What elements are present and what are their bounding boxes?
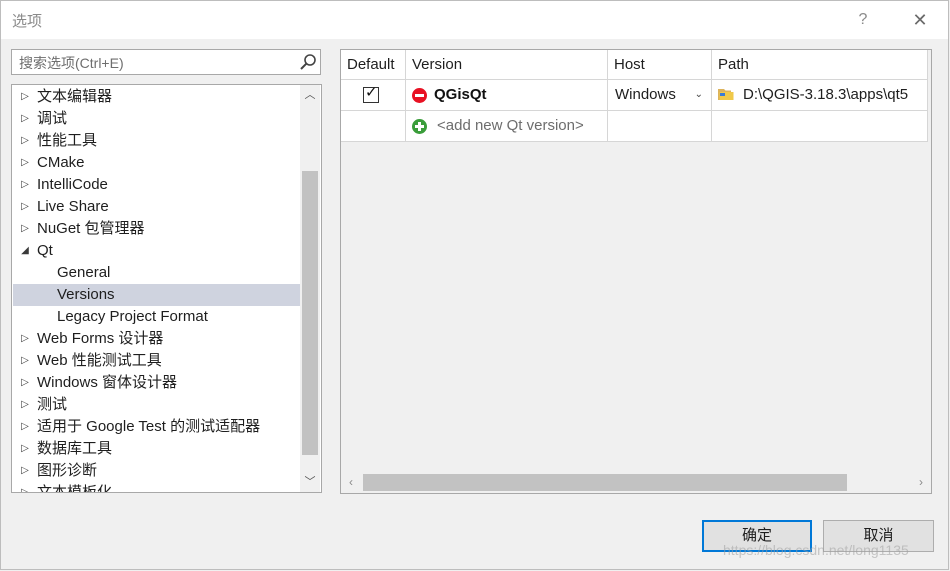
- tree-item-label: 性能工具: [37, 132, 98, 149]
- version-name[interactable]: QGisQt: [434, 80, 487, 110]
- tree-item-performance-tools[interactable]: ▷ 性能工具: [13, 130, 300, 152]
- host-select-value[interactable]: Windows: [615, 80, 676, 110]
- tree-item-label: Web Forms 设计器: [37, 330, 164, 347]
- add-row-path-cell: [712, 111, 928, 142]
- tree-item-text-templating[interactable]: ▷ 文本模板化: [13, 482, 300, 493]
- expand-arrow-icon[interactable]: ▷: [20, 460, 30, 482]
- tree-item-label: Legacy Project Format: [57, 308, 208, 325]
- tree-item-label: Versions: [57, 286, 115, 303]
- tree-item-label: General: [57, 264, 111, 281]
- scroll-thumb[interactable]: [302, 171, 318, 455]
- tree-item-intellicode[interactable]: ▷ IntelliCode: [13, 174, 300, 196]
- scroll-thumb[interactable]: [363, 474, 847, 491]
- watermark: https://blog.csdn.net/long1135: [723, 542, 909, 558]
- column-header-default[interactable]: Default: [341, 50, 406, 80]
- tree-item-test[interactable]: ▷ 测试: [13, 394, 300, 416]
- tree-item-label: 图形诊断: [37, 462, 98, 479]
- scroll-left-icon[interactable]: ‹: [341, 472, 361, 493]
- tree-item-label: IntelliCode: [37, 176, 108, 193]
- expand-arrow-icon[interactable]: ▷: [20, 438, 30, 460]
- expand-arrow-icon[interactable]: ▷: [20, 130, 30, 152]
- default-cell: ✓: [341, 80, 406, 111]
- column-header-path[interactable]: Path: [712, 50, 928, 80]
- tree-item-debugging[interactable]: ▷ 调试: [13, 108, 300, 130]
- tree-item-label: Live Share: [37, 198, 109, 215]
- tree-item-label: 文本编辑器: [37, 88, 113, 105]
- tree-item-label: 数据库工具: [37, 440, 113, 457]
- tree-item-label: Web 性能测试工具: [37, 352, 162, 369]
- tree-item-windows-forms-designer[interactable]: ▷ Windows 窗体设计器: [13, 372, 300, 394]
- search-icon[interactable]: [299, 53, 317, 71]
- close-button[interactable]: ✕: [905, 7, 935, 33]
- tree-item-live-share[interactable]: ▷ Live Share: [13, 196, 300, 218]
- tree-item-qt-legacy-project-format[interactable]: Legacy Project Format: [13, 306, 300, 328]
- expand-arrow-icon[interactable]: ▷: [20, 86, 30, 108]
- tree-item-label: 适用于 Google Test 的测试适配器: [37, 418, 261, 435]
- add-new-qt-version-link[interactable]: <add new Qt version>: [437, 111, 584, 141]
- tree-item-label: 测试: [37, 396, 68, 413]
- path-value[interactable]: D:\QGIS-3.18.3\apps\qt5: [743, 80, 908, 110]
- add-row-version-cell[interactable]: <add new Qt version>: [406, 111, 608, 142]
- grid-horizontal-scrollbar[interactable]: ‹ ›: [341, 472, 931, 493]
- scroll-down-icon[interactable]: ﹀: [300, 472, 320, 492]
- tree-item-web-forms-designer[interactable]: ▷ Web Forms 设计器: [13, 328, 300, 350]
- window-title: 选项: [12, 13, 43, 30]
- expand-arrow-icon[interactable]: ▷: [20, 174, 30, 196]
- checkmark-icon: ✓: [365, 84, 378, 101]
- collapse-arrow-icon[interactable]: ◢: [20, 240, 30, 262]
- tree-item-text-editor[interactable]: ▷ 文本编辑器: [13, 86, 300, 108]
- add-row-default-cell: [341, 111, 406, 142]
- folder-icon[interactable]: [718, 88, 734, 101]
- default-checkbox[interactable]: ✓: [363, 84, 379, 103]
- add-icon[interactable]: [412, 119, 427, 134]
- tree-item-label: 调试: [37, 110, 68, 127]
- expand-arrow-icon[interactable]: ▷: [20, 350, 30, 372]
- tree-item-database-tools[interactable]: ▷ 数据库工具: [13, 438, 300, 460]
- tree-vertical-scrollbar[interactable]: ︿ ﹀: [300, 85, 320, 492]
- expand-arrow-icon[interactable]: ▷: [20, 152, 30, 174]
- column-header-version[interactable]: Version: [406, 50, 608, 80]
- tree-item-graphics-diagnostics[interactable]: ▷ 图形诊断: [13, 460, 300, 482]
- tree-item-label: CMake: [37, 154, 85, 171]
- host-cell[interactable]: Windows ⌄: [608, 80, 712, 111]
- tree-item-qt-general[interactable]: General: [13, 262, 300, 284]
- column-header-host[interactable]: Host: [608, 50, 712, 80]
- tree-item-qt[interactable]: ◢ Qt: [13, 240, 300, 262]
- scroll-up-icon[interactable]: ︿: [300, 85, 320, 105]
- path-cell[interactable]: D:\QGIS-3.18.3\apps\qt5: [712, 80, 928, 111]
- help-button[interactable]: ?: [849, 7, 877, 33]
- title-bar: 选项 ? ✕: [1, 1, 948, 39]
- scroll-right-icon[interactable]: ›: [911, 472, 931, 493]
- expand-arrow-icon[interactable]: ▷: [20, 416, 30, 438]
- tree-item-label: NuGet 包管理器: [37, 220, 145, 237]
- expand-arrow-icon[interactable]: ▷: [20, 196, 30, 218]
- tree-item-label: 文本模板化: [37, 484, 113, 493]
- tree-item-label: Qt: [37, 242, 53, 259]
- options-dialog: 选项 ? ✕ ▷ 文本编辑器 ▷ 调试 ▷ 性能工具 ▷ CMake ▷ Int…: [0, 0, 949, 570]
- expand-arrow-icon[interactable]: ▷: [20, 372, 30, 394]
- expand-arrow-icon[interactable]: ▷: [20, 108, 30, 130]
- expand-arrow-icon[interactable]: ▷: [20, 482, 30, 492]
- expand-arrow-icon[interactable]: ▷: [20, 218, 30, 240]
- search-input[interactable]: [17, 51, 291, 75]
- version-cell[interactable]: QGisQt: [406, 80, 608, 111]
- expand-arrow-icon[interactable]: ▷: [20, 394, 30, 416]
- grid-body: Default Version Host Path ✓ QGisQt Windo…: [341, 50, 931, 472]
- chevron-down-icon[interactable]: ⌄: [695, 80, 703, 110]
- options-tree: ▷ 文本编辑器 ▷ 调试 ▷ 性能工具 ▷ CMake ▷ IntelliCod…: [11, 84, 322, 493]
- remove-version-icon[interactable]: [412, 88, 427, 103]
- add-row-host-cell: [608, 111, 712, 142]
- tree-item-qt-versions[interactable]: Versions: [13, 284, 300, 306]
- expand-arrow-icon[interactable]: ▷: [20, 328, 30, 350]
- tree-item-label: Windows 窗体设计器: [37, 374, 178, 391]
- search-box[interactable]: [11, 49, 321, 75]
- tree-item-nuget[interactable]: ▷ NuGet 包管理器: [13, 218, 300, 240]
- qt-versions-grid: Default Version Host Path ✓ QGisQt Windo…: [340, 49, 932, 494]
- tree-item-google-test-adapter[interactable]: ▷ 适用于 Google Test 的测试适配器: [13, 416, 300, 438]
- tree-item-cmake[interactable]: ▷ CMake: [13, 152, 300, 174]
- tree-item-web-perf-test-tools[interactable]: ▷ Web 性能测试工具: [13, 350, 300, 372]
